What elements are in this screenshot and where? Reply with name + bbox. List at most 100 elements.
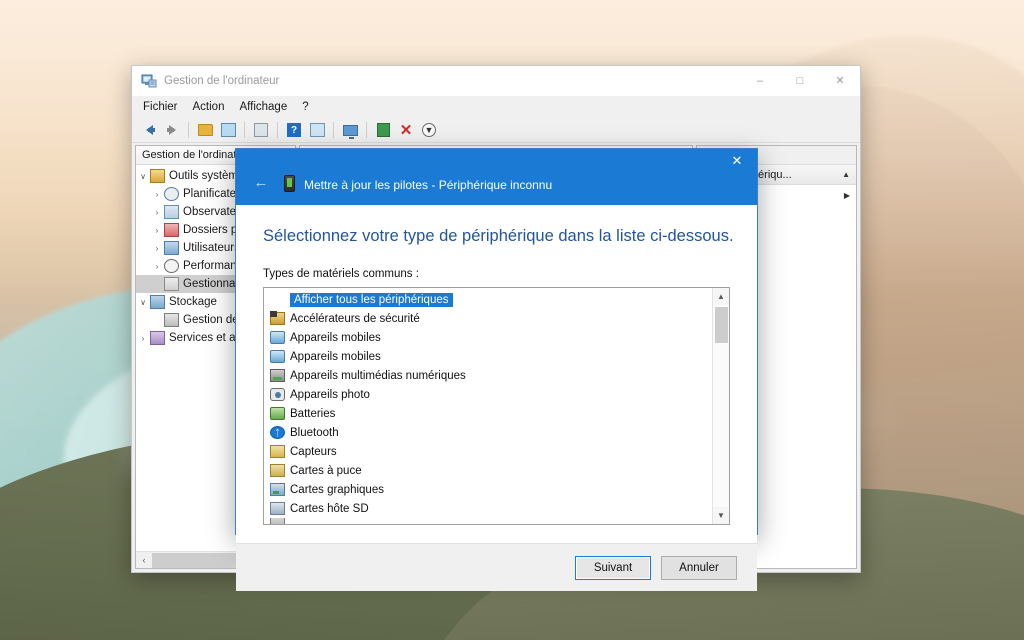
device-type-item[interactable]: ᛏ Bluetooth (264, 423, 712, 442)
menu-action[interactable]: Action (193, 101, 225, 113)
disable-device-icon[interactable]: ▼ (419, 120, 439, 140)
device-type-item[interactable]: Batteries (264, 404, 712, 423)
twisty-icon[interactable]: › (150, 262, 164, 271)
tree-item-label: Stockage (169, 296, 217, 308)
wizard-title: Mettre à jour les pilotes - Périphérique… (304, 178, 552, 192)
battery-icon (270, 407, 285, 420)
mobile-device-icon (270, 331, 285, 344)
wizard-header: ✕ ← Mettre à jour les pilotes - Périphér… (236, 149, 757, 205)
camera-icon (270, 388, 285, 401)
device-type-label: Appareils mobiles (290, 332, 381, 344)
device-type-item[interactable]: Appareils mobiles (264, 347, 712, 366)
toolbar: ? ✕ ▼ (132, 118, 860, 143)
all-devices-icon (270, 293, 285, 306)
device-type-item[interactable] (264, 518, 712, 524)
scan-hardware-icon[interactable] (340, 120, 360, 140)
wizard-footer: Suivant Annuler (236, 543, 757, 591)
shared-folders-icon (164, 223, 179, 237)
sd-host-icon (270, 502, 285, 515)
device-type-item[interactable]: Cartes graphiques (264, 480, 712, 499)
window-title: Gestion de l'ordinateur (164, 75, 279, 87)
partial-row-icon (270, 518, 285, 524)
scroll-down-arrow-icon[interactable]: ▼ (713, 507, 730, 524)
wizard-body: Sélectionnez votre type de périphérique … (236, 205, 757, 543)
device-type-item[interactable]: Appareils multimédias numériques (264, 366, 712, 385)
sensor-icon (270, 445, 285, 458)
device-type-label: Capteurs (290, 446, 337, 458)
device-manager-icon (164, 277, 179, 291)
services-icon (150, 331, 165, 345)
device-icon (284, 175, 295, 192)
toolbar-separator (333, 122, 334, 138)
device-list-scrollbar[interactable]: ▲ ▼ (712, 288, 729, 524)
device-type-label: Cartes à puce (290, 465, 362, 477)
digital-media-icon (270, 369, 285, 382)
window-titlebar[interactable]: Gestion de l'ordinateur – □ ✕ (132, 66, 860, 96)
update-driver-icon[interactable] (373, 120, 393, 140)
device-type-item[interactable]: Cartes hôte SD (264, 499, 712, 518)
console-icon[interactable] (307, 120, 327, 140)
users-icon (164, 241, 179, 255)
device-type-label: Accélérateurs de sécurité (290, 313, 420, 325)
menu-bar: Fichier Action Affichage ? (132, 96, 860, 118)
device-types-label: Types de matériels communs : (263, 268, 730, 280)
event-icon (164, 205, 179, 219)
device-type-item[interactable]: Cartes à puce (264, 461, 712, 480)
up-folder-icon[interactable] (195, 120, 215, 140)
scrollbar-track[interactable] (713, 305, 730, 507)
scroll-up-arrow-icon[interactable]: ▲ (713, 288, 730, 305)
next-button[interactable]: Suivant (575, 556, 651, 580)
storage-icon (150, 295, 165, 309)
device-types-listbox[interactable]: Afficher tous les périphériques Accéléra… (263, 287, 730, 525)
twisty-icon[interactable]: › (150, 226, 164, 235)
update-driver-wizard-dialog: ✕ ← Mettre à jour les pilotes - Périphér… (235, 148, 758, 535)
back-icon[interactable] (139, 120, 159, 140)
mobile-device-icon (270, 350, 285, 363)
twisty-icon[interactable]: ∨ (136, 172, 150, 181)
device-type-item[interactable]: Appareils mobiles (264, 328, 712, 347)
scroll-left-arrow-icon[interactable]: ‹ (136, 553, 152, 568)
device-type-label: Appareils multimédias numériques (290, 370, 466, 382)
menu-help[interactable]: ? (302, 101, 308, 113)
tools-icon (150, 169, 165, 183)
show-hide-tree-icon[interactable] (218, 120, 238, 140)
device-type-item[interactable]: Appareils photo (264, 385, 712, 404)
help-icon[interactable]: ? (284, 120, 304, 140)
close-button[interactable]: ✕ (820, 66, 860, 96)
device-type-label: Batteries (290, 408, 335, 420)
toolbar-separator (188, 122, 189, 138)
submenu-caret-icon[interactable]: ▶ (844, 191, 850, 200)
device-type-item[interactable]: Capteurs (264, 442, 712, 461)
device-type-item[interactable]: Accélérateurs de sécurité (264, 309, 712, 328)
device-type-label: Bluetooth (290, 427, 339, 439)
collapse-caret-icon[interactable]: ▲ (842, 170, 850, 179)
tree-item-label: Utilisateurs (183, 242, 240, 254)
smart-card-icon (270, 464, 285, 477)
maximize-button[interactable]: □ (780, 66, 820, 96)
wizard-heading: Sélectionnez votre type de périphérique … (263, 227, 730, 246)
minimize-button[interactable]: – (740, 66, 780, 96)
device-type-label: Cartes hôte SD (290, 503, 369, 515)
device-type-item[interactable]: Afficher tous les périphériques (264, 290, 712, 309)
bluetooth-icon: ᛏ (270, 426, 285, 439)
twisty-icon[interactable]: › (150, 190, 164, 199)
tree-item-label: Performan (183, 260, 237, 272)
menu-fichier[interactable]: Fichier (143, 101, 178, 113)
twisty-icon[interactable]: › (150, 244, 164, 253)
display-adapter-icon (270, 483, 285, 496)
security-accelerator-icon (270, 312, 285, 325)
scrollbar-thumb[interactable] (715, 307, 728, 343)
menu-affichage[interactable]: Affichage (239, 101, 287, 113)
disk-management-icon (164, 313, 179, 327)
twisty-icon[interactable]: ∨ (136, 298, 150, 307)
twisty-icon[interactable]: › (150, 208, 164, 217)
clock-icon (164, 187, 179, 201)
cancel-button[interactable]: Annuler (661, 556, 737, 580)
forward-icon[interactable] (162, 120, 182, 140)
wizard-close-icon[interactable]: ✕ (717, 149, 757, 173)
properties-icon[interactable] (251, 120, 271, 140)
uninstall-device-icon[interactable]: ✕ (396, 120, 416, 140)
back-arrow-icon[interactable]: ← (250, 171, 272, 193)
toolbar-separator (244, 122, 245, 138)
twisty-icon[interactable]: › (136, 334, 150, 343)
